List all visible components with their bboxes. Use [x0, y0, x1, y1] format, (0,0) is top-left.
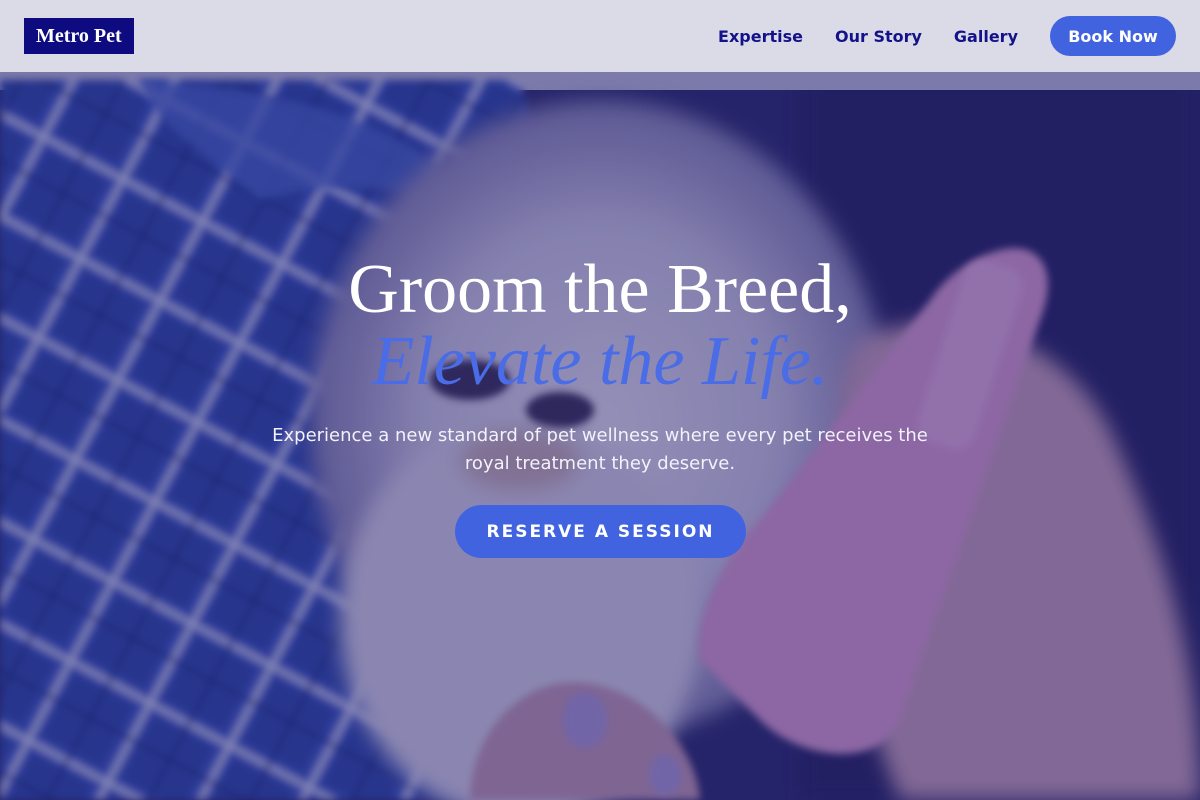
reserve-session-button[interactable]: RESERVE A SESSION: [455, 505, 746, 558]
logo[interactable]: Metro Pet: [24, 18, 134, 54]
hero-headline-line2: Elevate the Life.: [371, 323, 829, 400]
landing-page: Metro Pet Expertise Our Story Gallery Bo…: [0, 0, 1200, 800]
nav-link-expertise[interactable]: Expertise: [718, 27, 803, 46]
hero-section: Groom the Breed, Elevate the Life. Exper…: [0, 0, 1200, 800]
book-now-button[interactable]: Book Now: [1050, 16, 1176, 56]
nav-link-gallery[interactable]: Gallery: [954, 27, 1018, 46]
site-header: Metro Pet Expertise Our Story Gallery Bo…: [0, 0, 1200, 72]
nav-link-our-story[interactable]: Our Story: [835, 27, 922, 46]
main-nav: Expertise Our Story Gallery Book Now: [718, 16, 1176, 56]
hero-subtitle: Experience a new standard of pet wellnes…: [272, 425, 928, 474]
